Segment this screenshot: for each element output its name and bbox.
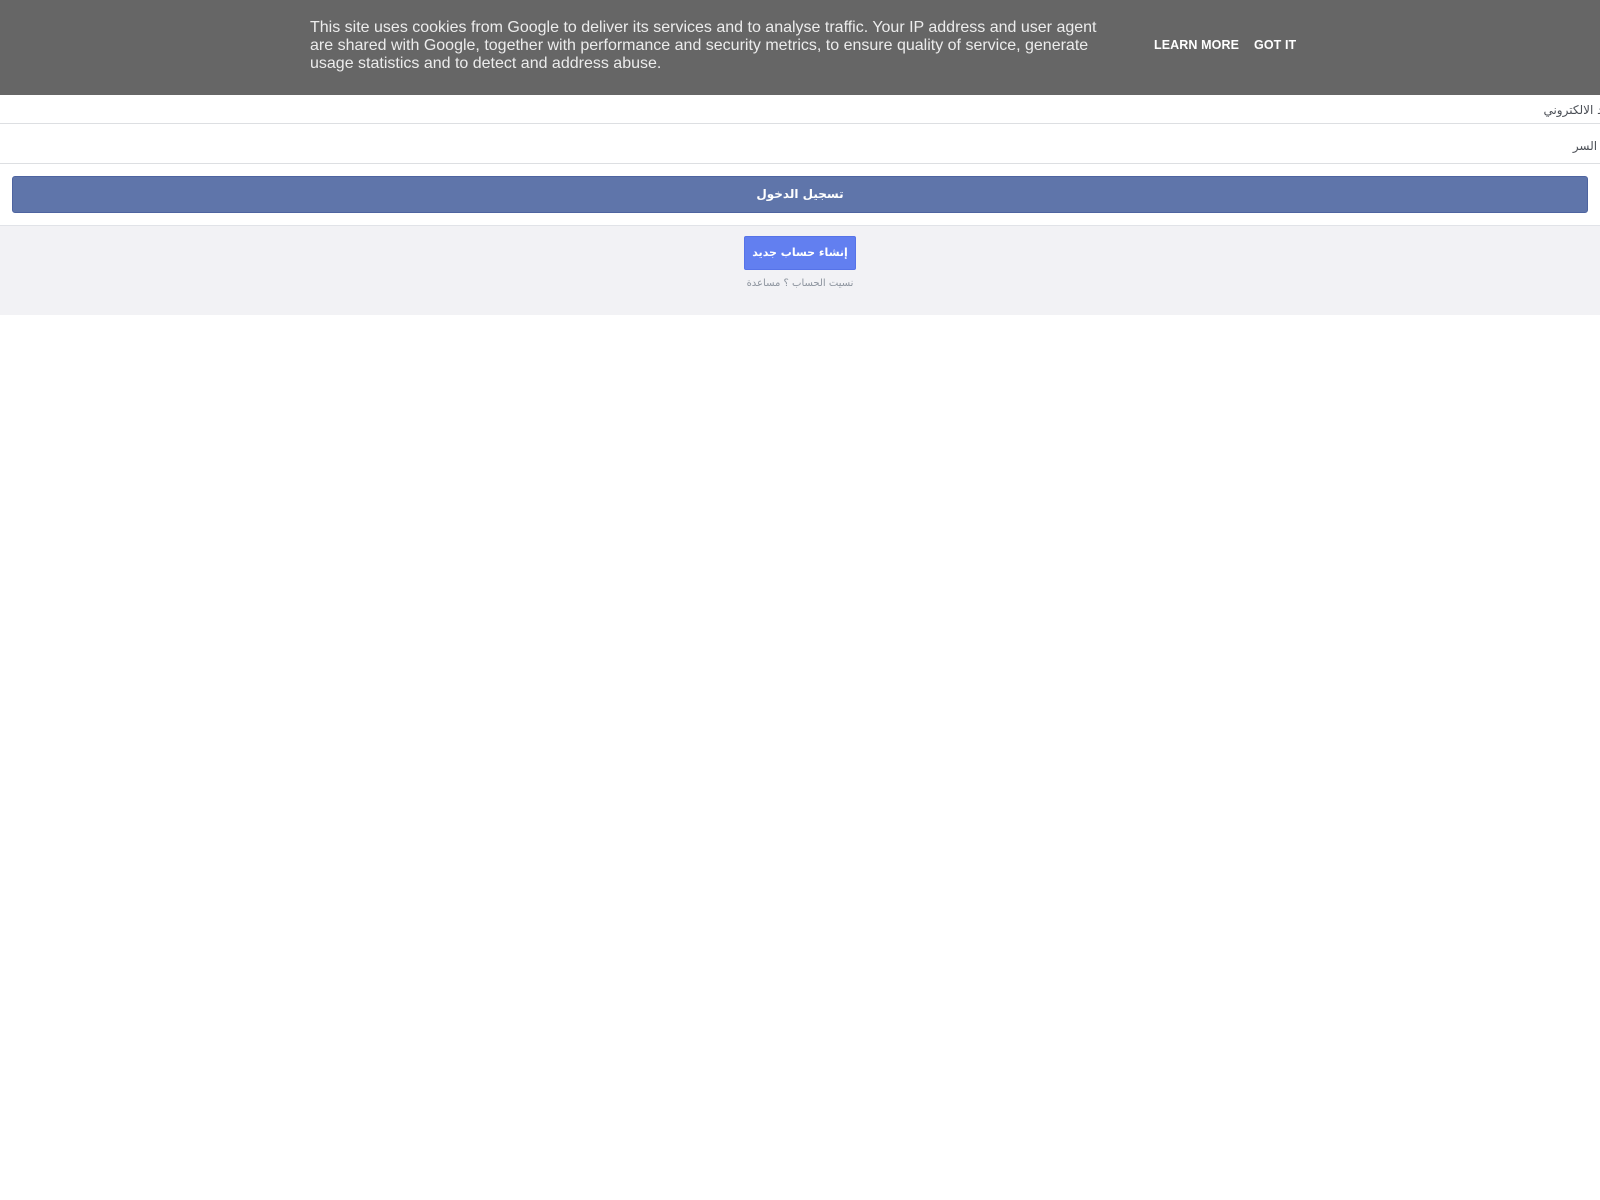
bottom-actions-area: إنشاء حساب جديد نسيت الحساب ؟ مساعدة <box>0 225 1600 315</box>
cookie-banner: This site uses cookies from Google to de… <box>0 0 1600 95</box>
help-links: نسيت الحساب ؟ مساعدة <box>700 278 900 289</box>
help-link[interactable]: مساعدة <box>747 278 781 289</box>
login-button[interactable]: تسجيل الدخول <box>12 176 1588 213</box>
cookie-message: This site uses cookies from Google to de… <box>310 19 1097 72</box>
got-it-button[interactable]: GOT IT <box>1254 38 1296 52</box>
password-input[interactable] <box>24 124 1600 163</box>
forgot-account-link[interactable]: نسيت الحساب <box>792 278 853 289</box>
create-account-button[interactable]: إنشاء حساب جديد <box>744 236 856 270</box>
help-separator: ؟ <box>783 278 789 289</box>
password-row <box>0 124 1600 164</box>
learn-more-button[interactable]: LEARN MORE <box>1154 38 1239 52</box>
